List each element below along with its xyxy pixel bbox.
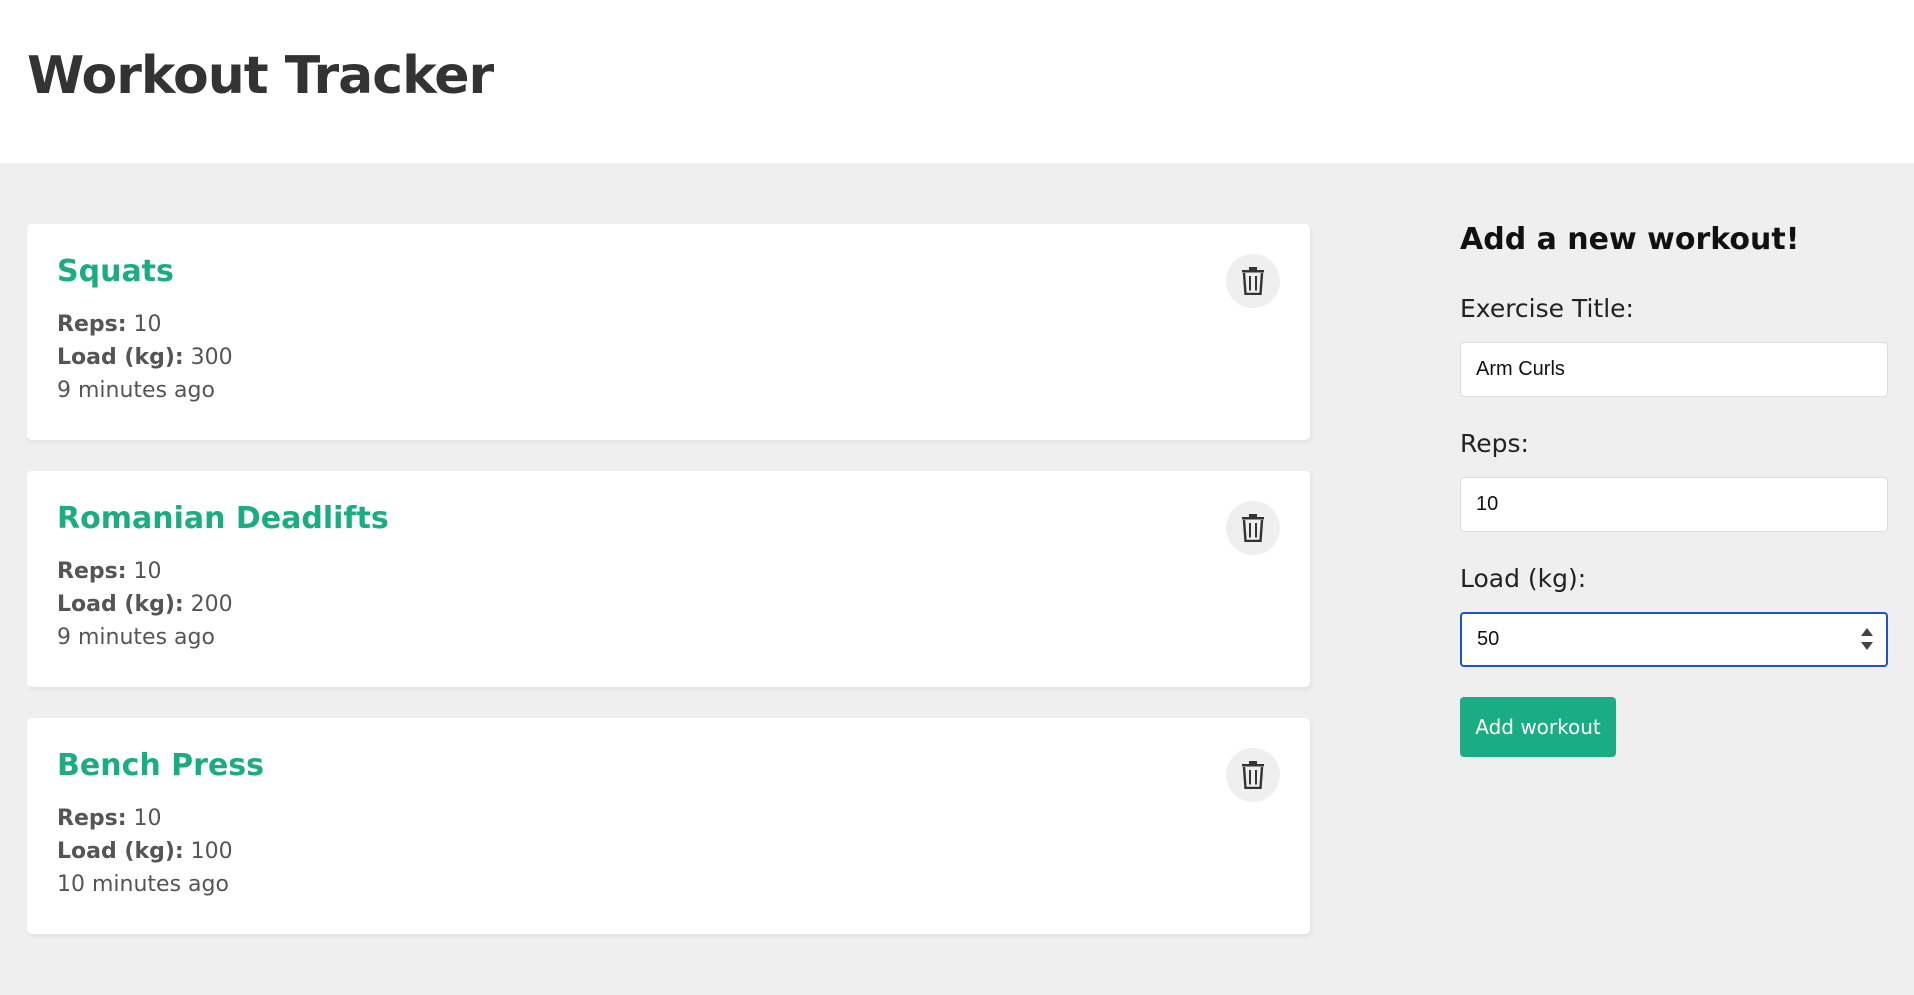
load-label: Load (kg): xyxy=(57,345,184,370)
load-label: Load (kg): xyxy=(57,839,184,864)
load-label: Load (kg): xyxy=(57,592,184,617)
load-label: Load (kg): xyxy=(1460,564,1587,593)
reps-value: 10 xyxy=(133,806,162,831)
exercise-title-input[interactable] xyxy=(1460,342,1888,397)
load-value: 100 xyxy=(190,839,233,864)
reps-label: Reps: xyxy=(57,312,127,337)
workout-reps: Reps: 10 xyxy=(57,806,162,831)
workout-card: Romanian Deadlifts Reps: 10 Load (kg): 2… xyxy=(27,471,1310,687)
workout-timestamp: 9 minutes ago xyxy=(57,378,215,403)
load-input[interactable] xyxy=(1460,612,1888,667)
workout-reps: Reps: 10 xyxy=(57,559,162,584)
exercise-title-label: Exercise Title: xyxy=(1460,294,1634,323)
workout-card: Squats Reps: 10 Load (kg): 300 9 minutes… xyxy=(27,224,1310,440)
add-workout-button[interactable]: Add workout xyxy=(1460,697,1616,757)
workout-timestamp: 10 minutes ago xyxy=(57,872,229,897)
number-stepper[interactable] xyxy=(1860,628,1874,650)
workout-reps: Reps: 10 xyxy=(57,312,162,337)
load-value: 300 xyxy=(190,345,233,370)
reps-input[interactable] xyxy=(1460,477,1888,532)
workout-title: Bench Press xyxy=(57,748,264,783)
reps-label: Reps: xyxy=(57,559,127,584)
delete-workout-button[interactable] xyxy=(1226,501,1280,555)
trash-icon xyxy=(1242,761,1264,789)
reps-value: 10 xyxy=(133,559,162,584)
load-input-wrapper xyxy=(1460,612,1888,667)
workout-title: Romanian Deadlifts xyxy=(57,501,389,536)
reps-label: Reps: xyxy=(57,806,127,831)
workout-card: Bench Press Reps: 10 Load (kg): 100 10 m… xyxy=(27,718,1310,934)
form-heading: Add a new workout! xyxy=(1460,222,1800,257)
site-header: Workout Tracker xyxy=(0,0,1914,163)
reps-value: 10 xyxy=(133,312,162,337)
delete-workout-button[interactable] xyxy=(1226,748,1280,802)
stepper-down-icon[interactable] xyxy=(1861,642,1873,650)
workout-timestamp: 9 minutes ago xyxy=(57,625,215,650)
workout-load: Load (kg): 300 xyxy=(57,345,233,370)
workout-load: Load (kg): 100 xyxy=(57,839,233,864)
stepper-up-icon[interactable] xyxy=(1861,628,1873,636)
workout-load: Load (kg): 200 xyxy=(57,592,233,617)
page-title: Workout Tracker xyxy=(27,46,494,106)
load-value: 200 xyxy=(190,592,233,617)
delete-workout-button[interactable] xyxy=(1226,254,1280,308)
workout-title: Squats xyxy=(57,254,174,289)
trash-icon xyxy=(1242,267,1264,295)
reps-label: Reps: xyxy=(1460,429,1529,458)
trash-icon xyxy=(1242,514,1264,542)
